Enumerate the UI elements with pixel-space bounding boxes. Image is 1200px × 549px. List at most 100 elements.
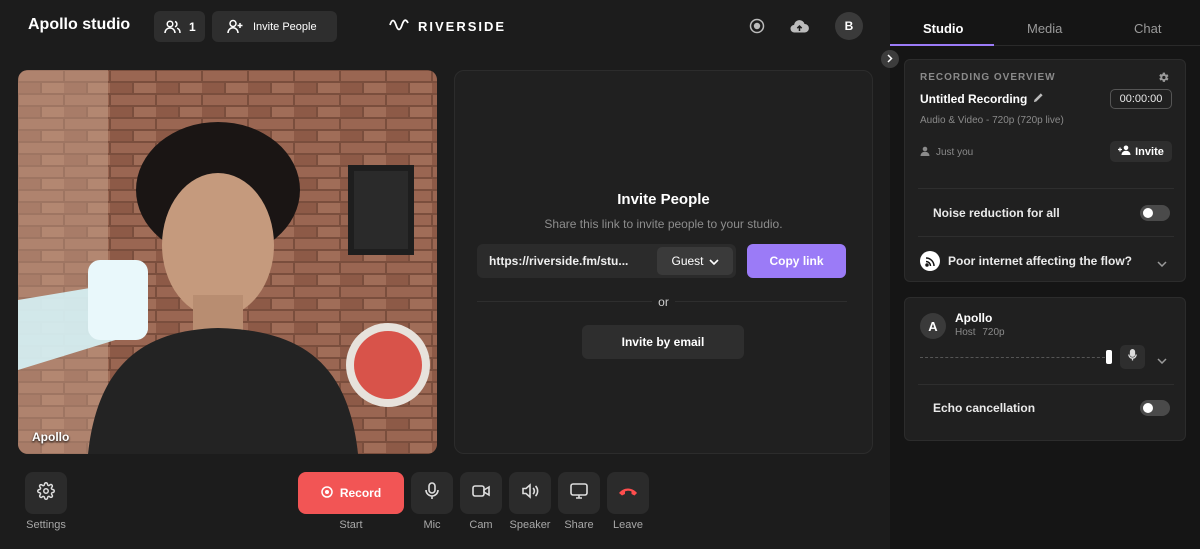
- share-control: Share: [558, 472, 600, 531]
- share-label: Share: [564, 519, 594, 531]
- camera-icon: [472, 484, 490, 503]
- speaker-button[interactable]: [509, 472, 551, 514]
- chevron-right-icon: [887, 50, 893, 68]
- recording-overview-card: RECORDING OVERVIEW Untitled Recording 00…: [904, 59, 1186, 282]
- divider: [918, 384, 1174, 385]
- copy-link-button[interactable]: Copy link: [747, 244, 846, 278]
- mic-button[interactable]: [411, 472, 453, 514]
- mic-control: Mic: [411, 472, 453, 531]
- start-label: Start: [339, 519, 363, 531]
- wifi-icon: [920, 251, 940, 271]
- audio-level-meter: [920, 357, 1110, 358]
- host-mic-button[interactable]: [1120, 345, 1145, 369]
- noise-reduction-toggle[interactable]: [1140, 205, 1170, 221]
- share-button[interactable]: [558, 472, 600, 514]
- sidebar-invite-label: Invite: [1135, 145, 1164, 158]
- host-participant-card: A Apollo Host 720p Echo cancellation: [904, 297, 1186, 441]
- sidebar-invite-button[interactable]: Invite: [1110, 141, 1172, 162]
- noise-reduction-label: Noise reduction for all: [933, 206, 1060, 220]
- leave-control: Leave: [607, 472, 649, 531]
- participant-name-label: Apollo: [32, 430, 70, 444]
- recording-title-text: Untitled Recording: [920, 92, 1028, 106]
- mic-icon: [1128, 348, 1137, 366]
- divider: [918, 236, 1174, 237]
- screen-share-icon: [570, 482, 588, 504]
- leave-button[interactable]: [607, 472, 649, 514]
- record-control: Record Start: [298, 472, 404, 531]
- echo-cancellation-label: Echo cancellation: [933, 401, 1036, 415]
- sidebar: Studio Media Chat RECORDING OVERVIEW Unt…: [890, 0, 1200, 549]
- add-user-icon: [1118, 145, 1131, 158]
- settings-button[interactable]: [25, 472, 67, 514]
- studio-title: Apollo studio: [28, 16, 131, 33]
- participants-button[interactable]: 1: [154, 11, 205, 42]
- or-label: or: [455, 295, 872, 309]
- invite-people-button[interactable]: Invite People: [212, 11, 337, 42]
- user-avatar[interactable]: B: [835, 12, 863, 40]
- chevron-down-icon[interactable]: [1157, 256, 1167, 270]
- record-button[interactable]: Record: [298, 472, 404, 514]
- invite-by-email-button[interactable]: Invite by email: [582, 325, 744, 359]
- divider: [918, 188, 1174, 189]
- host-details: Host 720p: [955, 327, 1005, 338]
- chevron-down-icon: [708, 254, 719, 268]
- cam-button[interactable]: [460, 472, 502, 514]
- upload-cloud-icon[interactable]: [787, 14, 811, 38]
- mic-label: Mic: [423, 519, 441, 531]
- tab-chat[interactable]: Chat: [1134, 21, 1161, 36]
- settings-label: Settings: [26, 519, 66, 531]
- cam-control: Cam: [460, 472, 502, 531]
- invite-link-text[interactable]: https://riverside.fm/stu...: [489, 254, 628, 268]
- poor-internet-label[interactable]: Poor internet affecting the flow?: [948, 254, 1132, 268]
- video-frame: [18, 70, 437, 454]
- active-tab-indicator: [890, 44, 994, 46]
- recording-quality: Audio & Video - 720p (720p live): [920, 115, 1064, 126]
- recording-title[interactable]: Untitled Recording: [920, 92, 1044, 106]
- role-select-value: Guest: [671, 254, 704, 268]
- settings-control: Settings: [25, 472, 67, 531]
- collapse-sidebar-button[interactable]: [881, 50, 899, 68]
- participant-video: Apollo: [18, 70, 437, 454]
- speaker-control: Speaker: [509, 472, 551, 531]
- speaker-icon: [521, 482, 539, 504]
- participants-summary: Just you: [920, 146, 973, 159]
- tab-media[interactable]: Media: [1027, 21, 1062, 36]
- speaker-label: Speaker: [509, 519, 551, 531]
- invite-people-label: Invite People: [253, 20, 317, 33]
- invite-title: Invite People: [617, 191, 710, 208]
- audio-level-handle[interactable]: [1106, 350, 1112, 364]
- hang-up-icon: [618, 484, 638, 502]
- users-icon: [164, 19, 181, 34]
- recording-overview-heading: RECORDING OVERVIEW: [920, 72, 1056, 83]
- record-status-icon[interactable]: [745, 14, 769, 38]
- cam-label: Cam: [469, 519, 493, 531]
- host-name: Apollo: [955, 311, 993, 325]
- tab-studio[interactable]: Studio: [923, 21, 963, 36]
- participant-count: 1: [189, 19, 196, 34]
- riverside-logo: RIVERSIDE: [389, 17, 506, 36]
- role-select[interactable]: Guest: [657, 247, 733, 275]
- record-icon: [321, 485, 333, 501]
- recording-settings-icon[interactable]: [1157, 71, 1170, 89]
- avatar-initial: B: [844, 19, 854, 33]
- sidebar-tabs: Studio Media Chat: [890, 0, 1200, 46]
- gear-icon: [37, 481, 55, 505]
- invite-link-box[interactable]: https://riverside.fm/stu... Guest: [477, 244, 736, 278]
- host-quality: 720p: [982, 327, 1005, 338]
- mic-icon: [425, 481, 439, 505]
- chevron-down-icon[interactable]: [1157, 353, 1167, 367]
- invite-subtitle: Share this link to invite people to your…: [544, 217, 783, 231]
- host-avatar: A: [920, 313, 946, 339]
- echo-cancellation-toggle[interactable]: [1140, 400, 1170, 416]
- person-icon: [920, 146, 930, 159]
- recording-timer: 00:00:00: [1110, 89, 1172, 109]
- pencil-icon[interactable]: [1033, 92, 1044, 106]
- wave-logo-icon: [389, 17, 411, 36]
- record-label: Record: [339, 486, 382, 500]
- participants-summary-text: Just you: [936, 147, 974, 158]
- logo-text: RIVERSIDE: [418, 19, 507, 34]
- invite-panel: Invite People Share this link to invite …: [454, 70, 873, 454]
- host-avatar-initial: A: [928, 318, 938, 334]
- leave-label: Leave: [613, 519, 643, 531]
- add-user-icon: [227, 19, 243, 34]
